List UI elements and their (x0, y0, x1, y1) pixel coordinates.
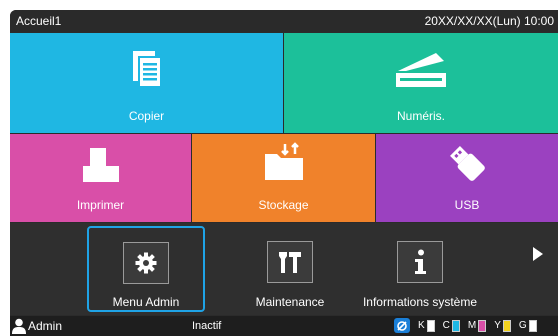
home-screen: Accueil1 20XX/XX/XX(Lun) 10:00 Copier Nu… (10, 10, 558, 336)
ink-k-bar (426, 319, 435, 332)
status-bar: Admin Inactif K C M Y G (10, 316, 558, 336)
ink-m-fill (479, 320, 486, 331)
folder-transfer-icon (264, 142, 303, 180)
admin-menu-label: Menu Admin (112, 295, 180, 309)
ink-g-letter: G (518, 320, 527, 331)
ink-m: M (467, 319, 487, 332)
scan-label: Numéris. (396, 109, 445, 123)
ink-c-fill (452, 320, 459, 331)
next-page-arrow-icon[interactable] (533, 247, 543, 261)
ink-y-fill (503, 320, 510, 331)
printer-icon (82, 148, 119, 182)
machine-status: Inactif (192, 320, 222, 332)
document-copy-icon (132, 51, 162, 88)
ink-y-letter: Y (494, 320, 501, 331)
tools-icon (279, 252, 301, 273)
scan-tile[interactable]: Numéris. (284, 33, 558, 133)
maintenance-label: Maintenance (255, 295, 325, 309)
admin-icon-box (123, 242, 169, 284)
ink-m-letter: M (467, 320, 477, 331)
usb-drive-icon (450, 146, 485, 181)
admin-menu-button[interactable]: Menu Admin (87, 226, 205, 312)
ink-c: C (442, 319, 460, 332)
info-icon (415, 249, 426, 274)
maintenance-button[interactable]: Maintenance (240, 223, 340, 315)
app-area: Menu Admin Maintenance Informations syst… (10, 223, 558, 315)
copy-tile[interactable]: Copier (10, 33, 283, 133)
copy-label: Copier (128, 109, 165, 123)
scanner-icon (396, 53, 446, 87)
usb-label: USB (454, 198, 480, 212)
network-icon (394, 318, 410, 333)
usb-tile[interactable]: USB (376, 134, 558, 222)
logged-in-user[interactable]: Admin (28, 319, 62, 333)
title-bar: Accueil1 20XX/XX/XX(Lun) 10:00 (10, 10, 558, 32)
ink-k-letter: K (418, 320, 425, 331)
user-icon (12, 318, 26, 334)
gear-icon (135, 252, 157, 274)
storage-tile[interactable]: Stockage (192, 134, 375, 222)
date-time: 20XX/XX/XX(Lun) 10:00 (424, 14, 554, 28)
maintenance-icon-box (267, 241, 313, 283)
ink-levels: K C M Y G (394, 318, 537, 333)
print-label: Imprimer (76, 198, 125, 212)
ink-k: K (418, 319, 435, 332)
ink-g-bar (528, 319, 537, 332)
ink-c-letter: C (442, 320, 450, 331)
storage-label: Stockage (258, 198, 309, 212)
print-tile[interactable]: Imprimer (10, 134, 191, 222)
ink-y: Y (494, 319, 511, 332)
screen-title: Accueil1 (16, 14, 62, 28)
ink-y-bar (502, 319, 511, 332)
ink-m-bar (478, 319, 487, 332)
system-info-label: Informations système (362, 295, 478, 309)
ink-c-bar (451, 319, 460, 332)
ink-g: G (518, 319, 537, 332)
system-info-button[interactable]: Informations système (350, 223, 490, 315)
system-info-icon-box (397, 241, 443, 283)
